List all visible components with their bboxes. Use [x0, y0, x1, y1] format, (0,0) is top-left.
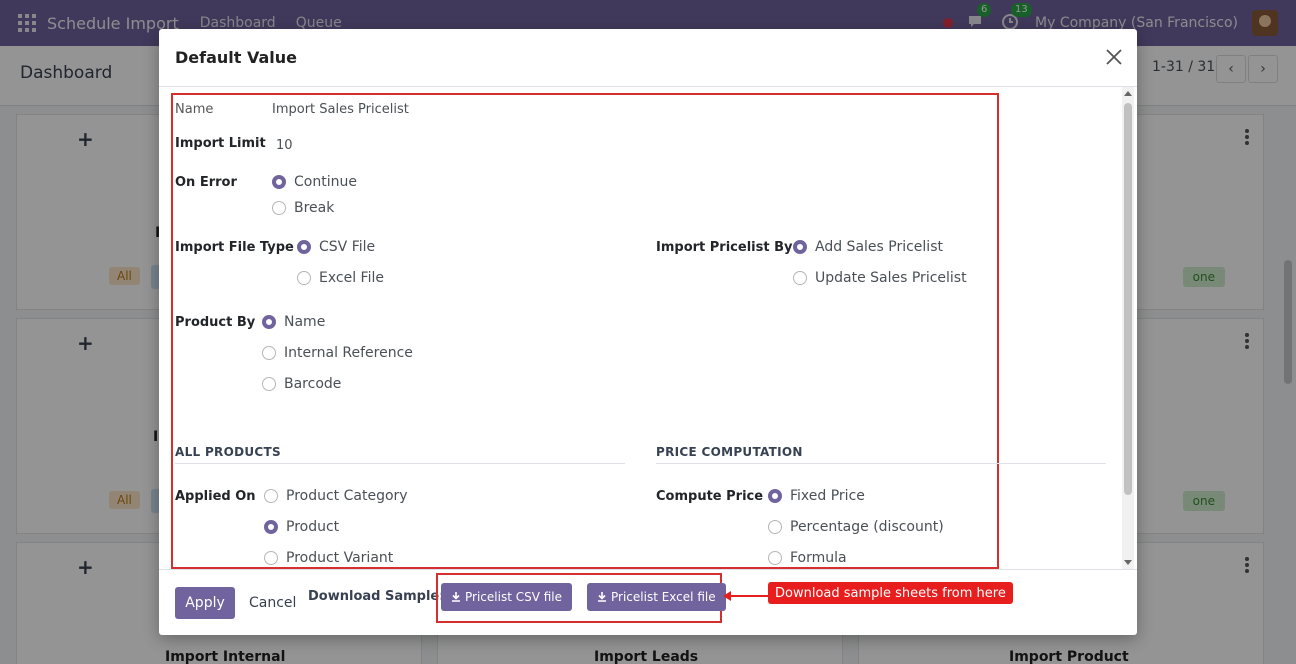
section-all-products: ALL PRODUCTS [175, 445, 281, 459]
radio-icon[interactable] [768, 551, 782, 565]
download-sample-label: Download Sample: [308, 589, 445, 604]
default-value-dialog: Default Value Name Import Sales Pricelis… [159, 29, 1137, 635]
radio-selected-icon[interactable] [297, 240, 311, 254]
radio-product-by-barcode[interactable]: Barcode [262, 376, 341, 392]
modal-body: Name Import Sales Pricelist Import Limit… [159, 87, 1137, 569]
radio-pricelist-update[interactable]: Update Sales Pricelist [793, 270, 967, 286]
modal-header: Default Value [159, 29, 1137, 87]
cancel-button[interactable]: Cancel [249, 595, 296, 611]
annotation-arrow [728, 595, 768, 597]
section-divider [656, 463, 1106, 464]
radio-on-error-break[interactable]: Break [272, 200, 334, 216]
scroll-thumb[interactable] [1124, 103, 1132, 495]
modal-scrollbar[interactable] [1122, 87, 1134, 569]
annotation-arrow-head [723, 591, 731, 601]
import-pricelist-by-label: Import Pricelist By [656, 240, 793, 255]
radio-label: Fixed Price [790, 488, 865, 504]
radio-icon[interactable] [297, 271, 311, 285]
radio-on-error-continue[interactable]: Continue [272, 174, 357, 190]
applied-on-label: Applied On [175, 489, 256, 504]
radio-icon[interactable] [793, 271, 807, 285]
download-icon [452, 592, 460, 602]
radio-selected-icon[interactable] [793, 240, 807, 254]
download-icon [598, 592, 606, 602]
radio-label: CSV File [319, 239, 376, 255]
radio-selected-icon[interactable] [262, 315, 276, 329]
import-file-type-label: Import File Type [175, 240, 294, 255]
radio-compute-formula[interactable]: Formula [768, 550, 847, 566]
download-csv-button[interactable]: Pricelist CSV file [441, 583, 573, 611]
import-limit-field[interactable]: 10 [276, 138, 293, 153]
radio-label: Update Sales Pricelist [815, 270, 967, 286]
radio-icon[interactable] [262, 346, 276, 360]
section-price-computation: PRICE COMPUTATION [656, 445, 803, 459]
download-csv-label: Pricelist CSV file [465, 590, 563, 604]
on-error-label: On Error [175, 175, 237, 190]
radio-icon[interactable] [264, 551, 278, 565]
radio-label: Excel File [319, 270, 384, 286]
apply-button[interactable]: Apply [175, 587, 235, 619]
radio-selected-icon[interactable] [768, 489, 782, 503]
section-divider [175, 463, 625, 464]
radio-file-type-excel[interactable]: Excel File [297, 270, 384, 286]
compute-price-label: Compute Price [656, 489, 764, 504]
radio-icon[interactable] [272, 201, 286, 215]
import-limit-label: Import Limit [175, 136, 266, 151]
radio-selected-icon[interactable] [264, 520, 278, 534]
download-excel-button[interactable]: Pricelist Excel file [587, 583, 726, 611]
radio-label: Name [284, 314, 326, 330]
modal-title: Default Value [175, 48, 298, 67]
radio-label: Product Category [286, 488, 408, 504]
radio-label: Break [294, 200, 335, 216]
radio-applied-on-variant[interactable]: Product Variant [264, 550, 393, 566]
radio-compute-percentage[interactable]: Percentage (discount) [768, 519, 944, 535]
radio-label: Barcode [284, 376, 342, 392]
radio-label: Product [286, 519, 340, 535]
radio-selected-icon[interactable] [272, 175, 286, 189]
radio-product-by-internal-ref[interactable]: Internal Reference [262, 345, 413, 361]
radio-icon[interactable] [262, 377, 276, 391]
scroll-down-icon[interactable] [1124, 560, 1132, 565]
radio-label: Percentage (discount) [790, 519, 944, 535]
radio-label: Internal Reference [284, 345, 413, 361]
radio-label: Formula [790, 550, 847, 566]
name-field[interactable]: Import Sales Pricelist [272, 102, 409, 117]
radio-label: Add Sales Pricelist [815, 239, 943, 255]
radio-label: Product Variant [286, 550, 394, 566]
radio-label: Continue [294, 174, 357, 190]
radio-compute-fixed[interactable]: Fixed Price [768, 488, 865, 504]
name-label: Name [175, 102, 214, 117]
radio-file-type-csv[interactable]: CSV File [297, 239, 375, 255]
radio-product-by-name[interactable]: Name [262, 314, 325, 330]
radio-pricelist-add[interactable]: Add Sales Pricelist [793, 239, 943, 255]
radio-icon[interactable] [264, 489, 278, 503]
radio-icon[interactable] [768, 520, 782, 534]
radio-applied-on-product[interactable]: Product [264, 519, 339, 535]
product-by-label: Product By [175, 315, 256, 330]
close-icon[interactable] [1105, 48, 1123, 66]
download-excel-label: Pricelist Excel file [611, 590, 716, 604]
scroll-up-icon[interactable] [1124, 91, 1132, 96]
annotation-callout: Download sample sheets from here [768, 582, 1013, 604]
radio-applied-on-category[interactable]: Product Category [264, 488, 408, 504]
